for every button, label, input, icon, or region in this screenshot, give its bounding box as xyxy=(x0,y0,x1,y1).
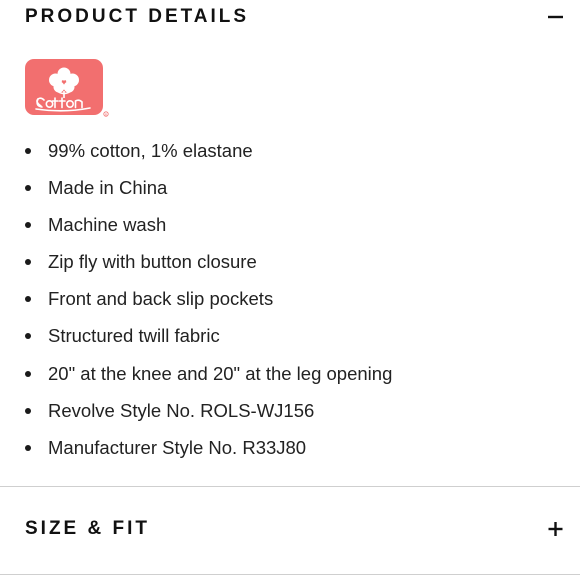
bullet-icon xyxy=(25,222,31,229)
bullet-icon xyxy=(25,148,31,154)
size-fit-header[interactable]: SIZE & FIT xyxy=(0,508,580,548)
section-divider xyxy=(0,486,580,487)
feature-text: Machine wash xyxy=(48,214,167,236)
product-details-title: PRODUCT DETAILS xyxy=(25,6,250,27)
feature-text: Zip fly with button closure xyxy=(48,251,257,273)
size-fit-title: SIZE & FIT xyxy=(25,518,150,539)
product-accordion: PRODUCT DETAILS R 99% cotton, 1% elastan… xyxy=(0,0,580,580)
product-details-header[interactable]: PRODUCT DETAILS xyxy=(0,0,580,40)
feature-text: Front and back slip pockets xyxy=(48,288,274,310)
bullet-icon xyxy=(25,259,31,266)
bullet-icon xyxy=(25,185,31,192)
bullet-icon xyxy=(25,407,31,414)
bullet-icon xyxy=(25,370,31,377)
section-divider xyxy=(0,574,580,575)
feature-text: Manufacturer Style No. R33J80 xyxy=(48,436,307,458)
feature-text: 99% cotton, 1% elastane xyxy=(48,140,253,161)
bullet-icon xyxy=(25,296,31,303)
feature-text: Made in China xyxy=(48,177,168,199)
feature-text: 20" at the knee and 20" at the leg openi… xyxy=(48,362,393,384)
plus-icon[interactable] xyxy=(546,519,566,539)
cotton-seal-logo: R xyxy=(24,58,110,120)
bullet-icon xyxy=(25,333,31,340)
minus-icon[interactable] xyxy=(546,7,566,27)
feature-text: Structured twill fabric xyxy=(48,325,220,347)
bullet-icon xyxy=(25,444,31,451)
feature-text: Revolve Style No. ROLS-WJ156 xyxy=(48,399,315,421)
